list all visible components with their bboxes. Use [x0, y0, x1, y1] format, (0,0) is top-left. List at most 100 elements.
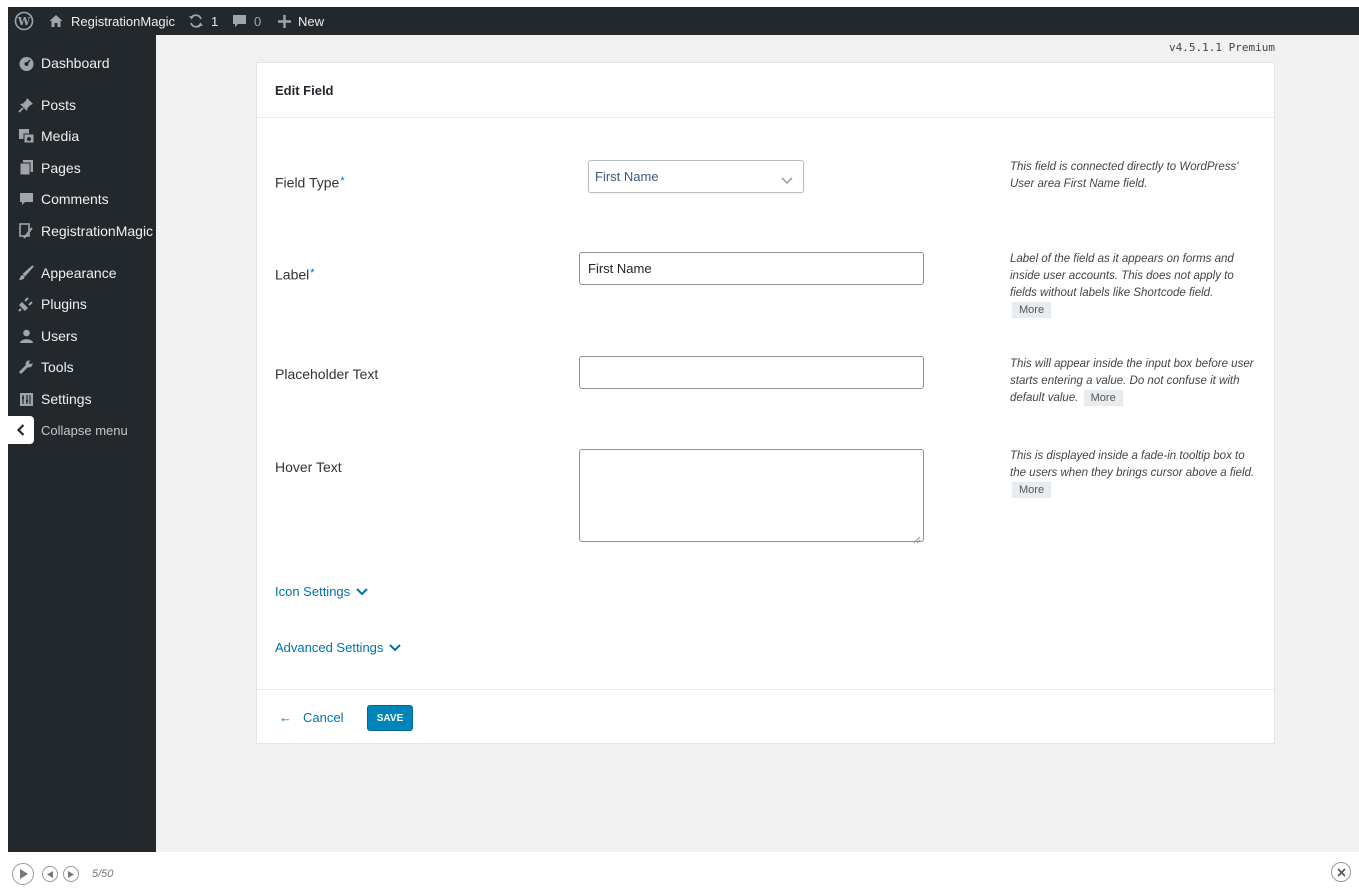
brush-icon — [17, 264, 35, 282]
sidebar-item-pages[interactable]: Pages — [8, 153, 156, 183]
card-footer-divider — [257, 689, 1274, 690]
chevron-down-icon — [350, 584, 368, 599]
sidebar-item-label: Settings — [41, 391, 92, 407]
sidebar-item-label: Tools — [41, 359, 74, 375]
sidebar-item-label: Posts — [41, 97, 77, 113]
placeholder-input[interactable] — [579, 356, 924, 389]
comment-icon — [17, 190, 35, 208]
version-label: v4.5.1.1 Premium — [1169, 41, 1275, 54]
sidebar-item-comments[interactable]: Comments — [8, 184, 156, 214]
sidebar-item-label: Dashboard — [41, 55, 110, 71]
sidebar-item-settings[interactable]: Settings — [8, 384, 156, 414]
field-type-select[interactable]: First Name — [588, 160, 804, 193]
icon-settings-toggle[interactable]: Icon Settings — [275, 584, 368, 599]
sidebar-item-posts[interactable]: Posts — [8, 90, 156, 120]
user-icon — [17, 327, 35, 345]
field-type-help: This field is connected directly to Word… — [1010, 159, 1258, 193]
hover-text-help: This is displayed inside a fade-in toolt… — [1010, 448, 1258, 499]
save-button[interactable]: SAVE — [367, 705, 413, 731]
required-mark: * — [310, 267, 315, 279]
site-name-link[interactable]: RegistrationMagic — [48, 7, 175, 35]
close-button[interactable] — [1331, 862, 1351, 882]
pin-icon — [17, 96, 35, 114]
slide-counter: 5/50 — [92, 868, 114, 880]
svg-text:W: W — [17, 15, 31, 28]
sidebar-item-registrationmagic[interactable]: RegistrationMagic — [8, 216, 156, 246]
settings-icon — [17, 390, 35, 408]
label-help: Label of the field as it appears on form… — [1010, 251, 1258, 319]
playback-bar: 5/50 — [8, 852, 1359, 894]
advanced-settings-toggle[interactable]: Advanced Settings — [275, 640, 402, 655]
field-type-label-text: Field Type — [275, 174, 340, 191]
previous-button[interactable] — [42, 866, 58, 882]
field-type-help-text: This field is connected directly to Word… — [1010, 161, 1239, 190]
wordpress-logo-icon[interactable]: W — [14, 7, 34, 35]
hover-text-textarea[interactable] — [579, 449, 924, 544]
wp-admin-screen: W RegistrationMagic 1 0 New Dashboard Po… — [8, 7, 1359, 852]
pages-icon — [17, 159, 35, 177]
sidebar-item-label: RegistrationMagic — [41, 223, 154, 239]
placeholder-label: Placeholder Text — [275, 366, 379, 382]
collapse-menu-button[interactable]: Collapse menu — [8, 415, 156, 445]
sidebar-item-label: Comments — [41, 191, 109, 207]
label-label: Label* — [275, 265, 315, 283]
sidebar-item-plugins[interactable]: Plugins — [8, 289, 156, 319]
card-header: Edit Field — [257, 63, 1274, 118]
resize-handle-icon[interactable] — [913, 531, 921, 544]
hover-text-more-button[interactable]: More — [1012, 482, 1052, 498]
comments-count: 0 — [254, 13, 262, 29]
comment-icon — [232, 14, 247, 29]
placeholder-more-button[interactable]: More — [1083, 390, 1123, 406]
updates-link[interactable]: 1 — [188, 7, 218, 35]
advanced-settings-label: Advanced Settings — [275, 640, 384, 655]
updates-count: 1 — [211, 13, 219, 29]
label-input-value: First Name — [588, 261, 652, 276]
placeholder-help: This will appear inside the input box be… — [1010, 356, 1258, 407]
placeholder-help-text: This will appear inside the input box be… — [1010, 358, 1254, 404]
sidebar-item-label: Appearance — [41, 265, 117, 281]
site-name: RegistrationMagic — [71, 13, 176, 29]
required-mark: * — [340, 175, 345, 187]
sidebar-item-label: Media — [41, 128, 80, 144]
sidebar-item-label: Pages — [41, 160, 81, 176]
label-help-text: Label of the field as it appears on form… — [1010, 253, 1234, 299]
label-input[interactable]: First Name — [579, 252, 924, 285]
label-more-button[interactable]: More — [1012, 302, 1052, 318]
comments-link[interactable]: 0 — [232, 7, 261, 35]
play-button[interactable] — [12, 863, 34, 885]
hover-text-help-text: This is displayed inside a fade-in toolt… — [1010, 450, 1255, 479]
home-icon — [48, 13, 64, 29]
label-label-text: Label — [275, 266, 310, 283]
sidebar-item-media[interactable]: Media — [8, 121, 156, 151]
previous-icon — [47, 870, 53, 878]
play-icon — [19, 869, 28, 879]
sidebar-item-appearance[interactable]: Appearance — [8, 258, 156, 288]
close-icon — [1336, 867, 1346, 877]
media-icon — [17, 127, 35, 145]
field-type-label: Field Type* — [275, 173, 345, 191]
wrench-icon — [17, 358, 35, 376]
dashboard-icon — [17, 54, 35, 72]
collapse-arrow-icon — [8, 416, 34, 444]
new-content-link[interactable]: New — [278, 7, 324, 35]
sidebar-item-label: Users — [41, 328, 78, 344]
next-button[interactable] — [63, 866, 79, 882]
sidebar-item-dashboard[interactable]: Dashboard — [8, 48, 156, 78]
cancel-link[interactable]: ← Cancel — [279, 710, 343, 725]
sidebar-item-tools[interactable]: Tools — [8, 352, 156, 382]
chevron-down-icon — [383, 640, 402, 655]
edit-field-card: Edit Field Field Type* First Name This f… — [256, 62, 1275, 744]
collapse-menu-label: Collapse menu — [41, 422, 128, 438]
refresh-icon — [188, 13, 204, 29]
chevron-down-icon — [781, 172, 793, 190]
admin-sidebar: Dashboard Posts Media Pages Comments Reg… — [8, 35, 156, 852]
next-icon — [68, 870, 74, 878]
sidebar-item-label: Plugins — [41, 296, 87, 312]
page-title: Edit Field — [275, 83, 334, 98]
field-type-value: First Name — [595, 169, 659, 184]
arrow-left-icon: ← — [279, 710, 292, 725]
icon-settings-label: Icon Settings — [275, 584, 351, 599]
admin-bar: W RegistrationMagic 1 0 New — [8, 7, 1359, 35]
sidebar-item-users[interactable]: Users — [8, 321, 156, 351]
plus-icon — [278, 14, 291, 28]
